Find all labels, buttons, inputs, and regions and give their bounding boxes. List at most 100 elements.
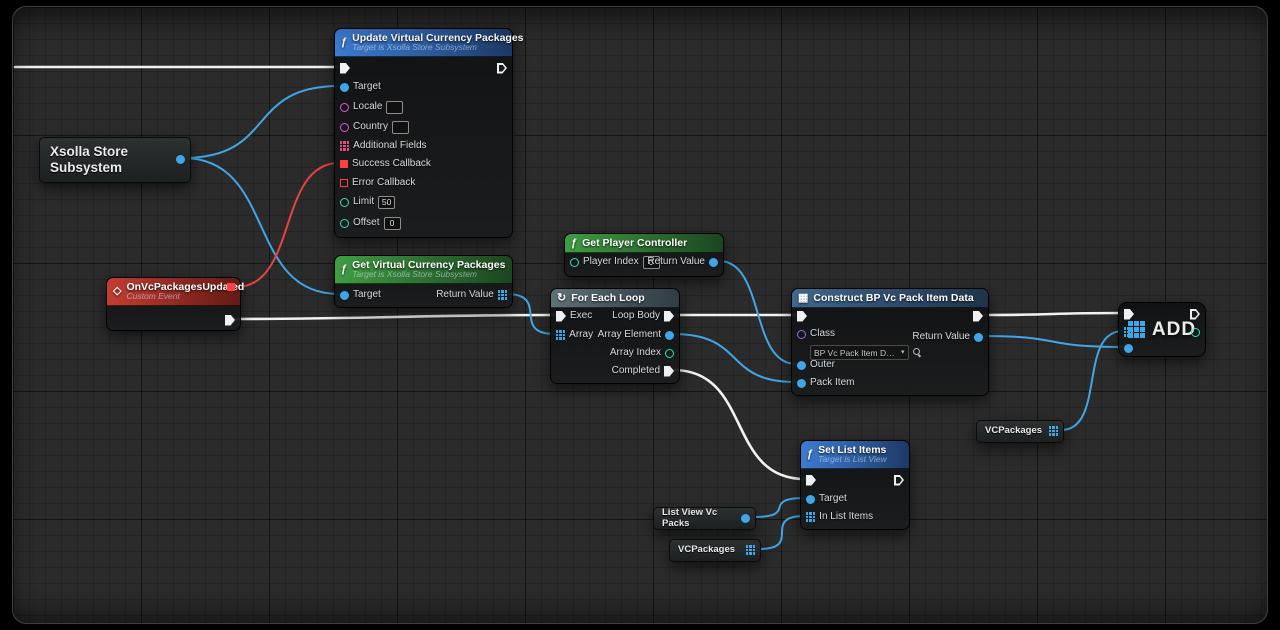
object-pin-icon bbox=[340, 291, 349, 300]
delegate-pin-icon bbox=[340, 179, 348, 187]
pin-exec-out[interactable] bbox=[973, 308, 983, 324]
variable-title: VCPackages bbox=[977, 424, 1058, 439]
array-pin-icon bbox=[340, 141, 349, 150]
node-set-list-items-header[interactable]: ƒSet List ItemsTarget is List View bbox=[801, 441, 909, 469]
object-pin-icon bbox=[974, 333, 983, 342]
pin-exec-out[interactable] bbox=[894, 472, 904, 488]
pin-error-callback[interactable]: Error Callback bbox=[340, 175, 415, 191]
pin-value-out[interactable] bbox=[1049, 423, 1058, 439]
array-pin-icon bbox=[498, 290, 507, 299]
node-get-player-controller-header[interactable]: ƒGet Player Controller bbox=[565, 234, 723, 253]
pin-label: Target bbox=[353, 79, 381, 95]
variable-title: VCPackages bbox=[670, 543, 751, 558]
pin-label: Exec bbox=[570, 308, 592, 324]
pin-exec-in[interactable] bbox=[1124, 306, 1134, 322]
node-on-vc-packages-updated-header[interactable]: ◇OnVcPackagesUpdatedCustom Event bbox=[107, 278, 240, 306]
node-for-each-loop[interactable]: ↻For Each LoopExec Array Loop Body Array El… bbox=[550, 288, 680, 384]
array-pin-icon bbox=[556, 330, 565, 339]
pin-success-callback[interactable]: Success Callback bbox=[340, 156, 431, 172]
function-icon: ƒ bbox=[341, 264, 347, 275]
pin-array[interactable]: Array bbox=[556, 327, 593, 343]
pin-outer[interactable]: Outer bbox=[797, 357, 835, 373]
pin-exec-in[interactable] bbox=[806, 472, 816, 488]
pin-return-index[interactable] bbox=[1191, 324, 1200, 340]
pin-label: Pack Item bbox=[810, 375, 854, 391]
pin-label: Return Value bbox=[436, 287, 494, 303]
pin-value-out[interactable] bbox=[176, 151, 185, 167]
node-array-add[interactable]: ADD bbox=[1118, 302, 1206, 357]
pin-additional-fields[interactable]: Additional Fields bbox=[340, 138, 427, 154]
pin-label: In List Items bbox=[819, 509, 873, 525]
node-update-virtual-currency-packages-header[interactable]: ƒUpdate Virtual Currency PackagesTarget … bbox=[335, 29, 512, 57]
pin-in-list-items[interactable]: In List Items bbox=[806, 509, 873, 525]
blueprint-graph-canvas[interactable]: ƒUpdate Virtual Currency PackagesTarget … bbox=[12, 6, 1268, 624]
pin-offset[interactable]: Offset0 bbox=[340, 215, 401, 231]
locale-value-input[interactable] bbox=[386, 101, 403, 114]
node-title: For Each Loop bbox=[571, 292, 645, 304]
pin-exec-out[interactable] bbox=[225, 312, 235, 328]
node-for-each-loop-header[interactable]: ↻For Each Loop bbox=[551, 289, 679, 308]
pin-exec-in[interactable]: Exec bbox=[556, 308, 592, 324]
node-get-player-controller[interactable]: ƒGet Player ControllerPlayer Index0Retur… bbox=[564, 233, 724, 277]
string-pin-icon bbox=[340, 103, 349, 112]
pin-target[interactable]: Target bbox=[340, 287, 381, 303]
node-get-virtual-currency-packages-header[interactable]: ƒGet Virtual Currency PackagesTarget is … bbox=[335, 256, 512, 284]
array-pin-icon bbox=[746, 545, 755, 554]
pin-value-out[interactable] bbox=[746, 542, 755, 558]
pin-target[interactable]: Target bbox=[806, 491, 847, 507]
exec-pin-icon bbox=[664, 311, 674, 322]
pin-new-item[interactable] bbox=[1124, 340, 1133, 356]
node-set-list-items[interactable]: ƒSet List ItemsTarget is List View Target… bbox=[800, 440, 910, 530]
object-pin-icon bbox=[806, 495, 815, 504]
variable-title: List View Vc Packs bbox=[654, 506, 755, 532]
pin-label: Locale bbox=[353, 99, 382, 115]
pin-delegate-out[interactable] bbox=[227, 279, 235, 295]
pin-array-element[interactable]: Array Element bbox=[598, 327, 674, 343]
pin-return-value[interactable]: Return Value bbox=[647, 254, 718, 270]
pin-limit[interactable]: Limit50 bbox=[340, 194, 395, 210]
pin-return-value[interactable]: Return Value bbox=[912, 329, 983, 345]
pin-value-out[interactable] bbox=[741, 510, 750, 526]
node-update-virtual-currency-packages[interactable]: ƒUpdate Virtual Currency PackagesTarget … bbox=[334, 28, 513, 238]
node-construct-bp-vc-pack-item-data-header[interactable]: ▦Construct BP Vc Pack Item Data bbox=[792, 289, 988, 308]
node-xsolla-store-subsystem[interactable]: Xsolla Store Subsystem bbox=[39, 137, 191, 183]
pin-exec-out[interactable] bbox=[497, 60, 507, 76]
pin-locale[interactable]: Locale bbox=[340, 99, 403, 115]
array-pin-icon bbox=[1124, 327, 1133, 336]
node-get-virtual-currency-packages[interactable]: ƒGet Virtual Currency PackagesTarget is … bbox=[334, 255, 513, 308]
pin-array-index[interactable]: Array Index bbox=[610, 345, 674, 361]
node-vcpackages-lower[interactable]: VCPackages bbox=[669, 539, 761, 562]
node-construct-bp-vc-pack-item-data[interactable]: ▦Construct BP Vc Pack Item DataClassBP V… bbox=[791, 288, 989, 396]
node-title: Get Player Controller bbox=[582, 237, 687, 249]
node-on-vc-packages-updated[interactable]: ◇OnVcPackagesUpdatedCustom Event bbox=[106, 277, 241, 331]
pin-return-value[interactable]: Return Value bbox=[436, 287, 507, 303]
pin-exec-in[interactable] bbox=[797, 308, 807, 324]
pin-label: Class bbox=[810, 326, 835, 342]
limit-value-input[interactable]: 50 bbox=[378, 196, 395, 209]
pin-loop-body[interactable]: Loop Body bbox=[612, 308, 674, 324]
pin-label: Loop Body bbox=[612, 308, 660, 324]
exec-pin-icon bbox=[664, 366, 674, 377]
pin-completed[interactable]: Completed bbox=[612, 363, 674, 379]
node-list-view-vc-packs[interactable]: List View Vc Packs bbox=[653, 507, 756, 530]
object-pin-icon bbox=[665, 331, 674, 340]
offset-value-input[interactable]: 0 bbox=[384, 217, 401, 230]
country-value-input[interactable] bbox=[392, 121, 409, 134]
int-pin-icon bbox=[340, 219, 349, 228]
array-pin-icon bbox=[806, 512, 815, 521]
search-icon[interactable] bbox=[913, 348, 922, 357]
object-pin-icon bbox=[741, 514, 750, 523]
pin-label: Target bbox=[353, 287, 381, 303]
pin-target[interactable]: Target bbox=[340, 79, 381, 95]
pin-label: Success Callback bbox=[352, 156, 431, 172]
graph-world: ƒUpdate Virtual Currency PackagesTarget … bbox=[12, 6, 1268, 624]
exec-pin-icon bbox=[340, 63, 350, 74]
pin-exec-in[interactable] bbox=[340, 60, 350, 76]
variable-title: Xsolla Store Subsystem bbox=[40, 141, 190, 178]
node-vcpackages-upper[interactable]: VCPackages bbox=[976, 420, 1064, 443]
pin-country[interactable]: Country bbox=[340, 119, 409, 135]
pin-label: Target bbox=[819, 491, 847, 507]
pin-pack-item[interactable]: Pack Item bbox=[797, 375, 854, 391]
pin-target-array[interactable] bbox=[1124, 324, 1133, 340]
pin-exec-out[interactable] bbox=[1190, 306, 1200, 322]
